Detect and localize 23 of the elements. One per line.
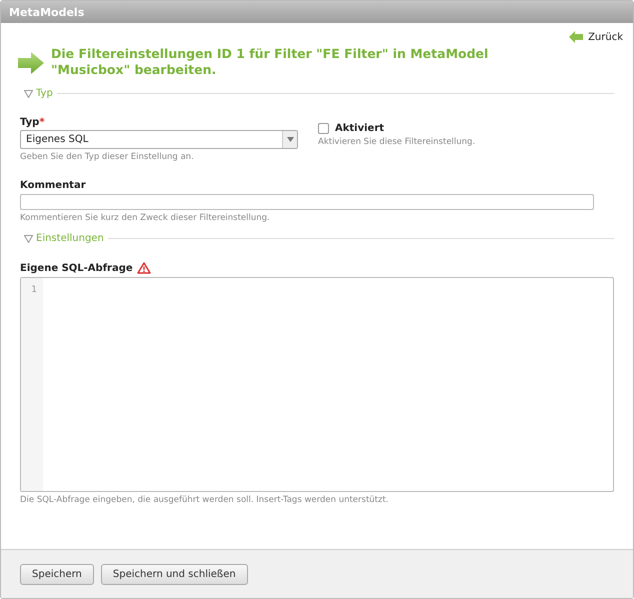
help-text: Kommentieren Sie kurz den Zweck dieser Filtereinstellung. bbox=[20, 213, 271, 223]
left-arrow-icon bbox=[569, 31, 584, 43]
field-label: Kommentar bbox=[20, 180, 87, 191]
triangle-down-icon bbox=[24, 234, 33, 242]
save-button[interactable]: Speichern bbox=[20, 564, 94, 584]
triangle-down-icon bbox=[24, 90, 33, 98]
comment-input[interactable] bbox=[20, 194, 594, 210]
help-text: Geben Sie den Typ dieser Einstellung an. bbox=[20, 152, 195, 162]
checkbox-label: Aktiviert bbox=[335, 123, 384, 134]
save-button[interactable]: Speichern und schließen bbox=[100, 564, 248, 584]
type-dropdown[interactable]: Eigenes SQL bbox=[20, 130, 298, 149]
line-number: 1 bbox=[30, 285, 38, 295]
right-arrow-icon bbox=[18, 52, 44, 74]
help-text: Die SQL-Abfrage eingeben, die ausgeführt werden soll. Insert-Tags werden unterstützt. bbox=[20, 495, 390, 505]
window-title: MetaModels bbox=[9, 6, 84, 18]
back-link[interactable]: Zurück bbox=[569, 31, 623, 43]
field-label: Typ* bbox=[20, 117, 46, 128]
field-label: Eigene SQL-Abfrage bbox=[20, 262, 133, 274]
page-heading: Die Filtereinstellungen ID 1 für Filter "FE Filter" in MetaModel "Musicbox" bearbeiten. bbox=[51, 46, 490, 78]
warning-icon bbox=[136, 262, 151, 274]
caret-down-icon bbox=[286, 137, 294, 142]
help-text: Aktivieren Sie diese Filtereinstellung. bbox=[318, 137, 476, 147]
checkbox[interactable] bbox=[318, 123, 329, 134]
